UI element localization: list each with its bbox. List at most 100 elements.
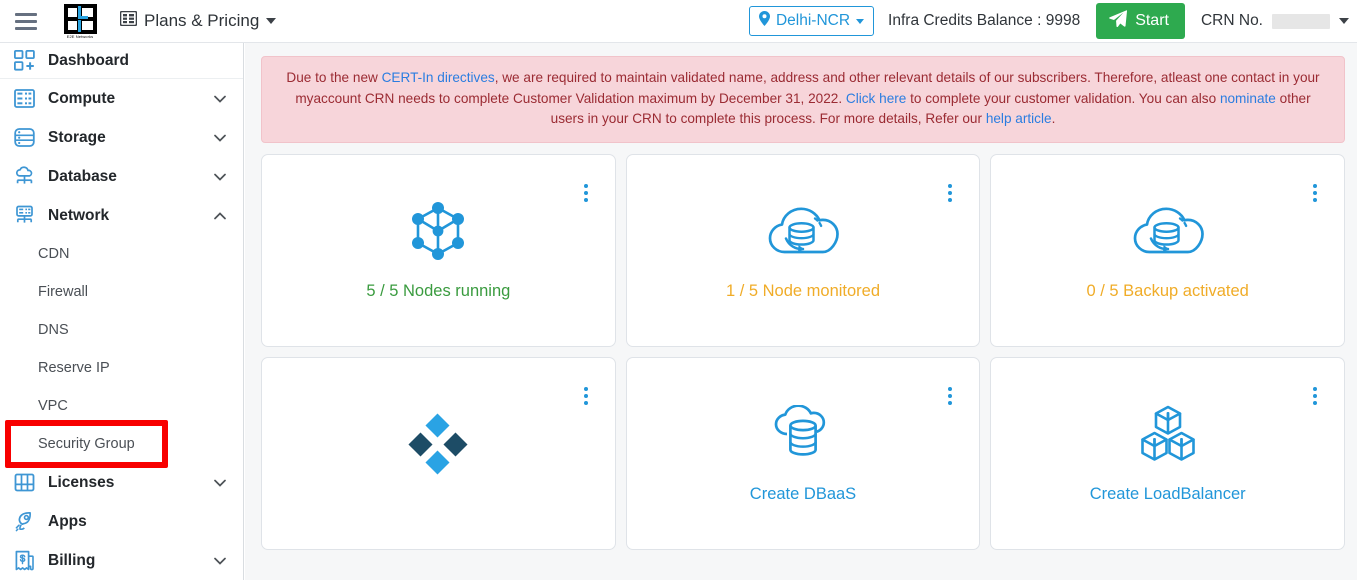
cloud-monitor-db-icon — [767, 200, 839, 262]
sidebar-item-security-group[interactable]: Security Group — [0, 425, 243, 463]
cloud-backup-db-icon — [1132, 200, 1204, 262]
card-label: 1 / 5 Node monitored — [725, 281, 881, 300]
nodes-running-card[interactable]: 5 / 5 Nodes running — [261, 153, 616, 347]
cert-in-validation-banner: Due to the new CERT-In directives, we ar… — [261, 56, 1345, 143]
sidebar-item-compute[interactable]: Compute — [0, 79, 243, 118]
cert-in-directives-link[interactable]: CERT-In directives — [382, 70, 495, 85]
license-window-icon — [12, 471, 36, 495]
sidebar-item-reserve-ip[interactable]: Reserve IP — [0, 349, 243, 387]
banner-text-part5: . — [1051, 111, 1056, 126]
main-content: Due to the new CERT-In directives, we ar… — [245, 43, 1357, 580]
crn-selector[interactable]: CRN No. — [1201, 12, 1349, 30]
network-node-icon — [12, 204, 36, 228]
sidebar-item-cdn[interactable]: CDN — [0, 235, 243, 273]
sidebar-item-network[interactable]: Network — [0, 196, 243, 235]
card-label: 0 / 5 Backup activated — [1086, 281, 1249, 300]
database-disk-icon — [12, 126, 36, 150]
brand-logo[interactable]: E2E Networks — [58, 1, 102, 41]
dashboard-grid-icon — [12, 49, 36, 73]
loading-spinner-icon — [408, 412, 468, 475]
sidebar-nav: Dashboard Compute Storage Database Netwo… — [0, 43, 244, 580]
sidebar-subitem-label: CDN — [38, 246, 70, 262]
region-selector[interactable]: Delhi-NCR — [748, 6, 875, 36]
sidebar-subitem-label: Firewall — [38, 284, 88, 300]
dashboard-card-grid: 5 / 5 Nodes running 1 / 5 Node monitored — [261, 153, 1345, 550]
chevron-down-icon — [1339, 18, 1349, 24]
chevron-down-icon[interactable] — [214, 555, 226, 566]
sidebar-subitem-label: VPC — [38, 398, 68, 414]
sidebar-subitem-label: DNS — [38, 322, 69, 338]
header-right-cluster: Delhi-NCR Infra Credits Balance : 9998 S… — [748, 3, 1357, 39]
nominate-link[interactable]: nominate — [1220, 91, 1276, 106]
card-label: Create DBaaS — [749, 484, 857, 503]
sidebar-item-label: Dashboard — [48, 51, 129, 69]
kebab-menu-icon[interactable] — [582, 182, 590, 204]
sidebar-item-vpc[interactable]: VPC — [0, 387, 243, 425]
app-header: E2E Networks Plans & Pricing Delhi-NCR I… — [0, 0, 1357, 43]
sidebar-item-billing[interactable]: Billing — [0, 541, 243, 580]
banner-text-part1: Due to the new — [286, 70, 382, 85]
sidebar-item-label: Billing — [48, 551, 96, 569]
list-icon — [119, 10, 138, 31]
region-label: Delhi-NCR — [775, 12, 851, 29]
help-article-link[interactable]: help article — [986, 111, 1052, 126]
send-icon — [1109, 10, 1128, 32]
card-label: Create LoadBalancer — [1089, 484, 1246, 503]
sidebar-subitem-label: Reserve IP — [38, 360, 110, 376]
logo-wordmark: E2E Networks — [63, 34, 97, 39]
sidebar-item-label: Network — [48, 206, 110, 224]
hamburger-bar — [15, 19, 37, 23]
stacked-cubes-icon — [1137, 403, 1199, 465]
sidebar-item-storage[interactable]: Storage — [0, 118, 243, 157]
create-loadbalancer-card[interactable]: Create LoadBalancer — [990, 356, 1345, 550]
banner-text-part3: to complete your customer validation. Yo… — [906, 90, 1220, 106]
cloud-database-icon — [12, 165, 36, 189]
sidebar-item-licenses[interactable]: Licenses — [0, 463, 243, 502]
sidebar-item-label: Storage — [48, 128, 106, 146]
chevron-down-icon[interactable] — [214, 477, 226, 488]
cloud-database-icon — [772, 403, 834, 465]
sidebar-item-firewall[interactable]: Firewall — [0, 273, 243, 311]
kebab-menu-icon[interactable] — [1311, 385, 1319, 407]
chevron-down-icon — [856, 18, 865, 24]
loading-card[interactable] — [261, 356, 616, 550]
sidebar-item-dns[interactable]: DNS — [0, 311, 243, 349]
chevron-up-icon[interactable] — [214, 210, 226, 221]
kebab-menu-icon[interactable] — [946, 182, 954, 204]
money-bill-icon — [12, 549, 36, 573]
sidebar-item-dashboard[interactable]: Dashboard — [0, 43, 243, 79]
start-button[interactable]: Start — [1096, 3, 1185, 39]
chevron-down-icon — [266, 18, 277, 24]
chevron-down-icon[interactable] — [214, 171, 226, 182]
e2e-networks-logo-icon: E2E Networks — [63, 4, 97, 39]
crn-value-redacted — [1272, 13, 1330, 29]
card-label: 5 / 5 Nodes running — [366, 281, 511, 300]
start-button-label: Start — [1135, 12, 1169, 29]
node-monitored-card[interactable]: 1 / 5 Node monitored — [625, 153, 981, 347]
node-cube-network-icon — [408, 200, 468, 262]
chevron-down-icon[interactable] — [214, 93, 226, 104]
hamburger-menu-icon[interactable] — [0, 0, 52, 43]
hamburger-bar — [15, 12, 37, 16]
sidebar-item-label: Compute — [48, 89, 116, 107]
chevron-down-icon[interactable] — [214, 132, 226, 143]
hamburger-bar — [15, 26, 37, 30]
plans-and-pricing-label: Plans & Pricing — [144, 11, 260, 30]
click-here-link[interactable]: Click here — [846, 91, 906, 106]
location-pin-icon — [758, 11, 770, 31]
sidebar-item-label: Apps — [48, 512, 87, 530]
kebab-menu-icon[interactable] — [1311, 182, 1319, 204]
sidebar-subitem-label: Security Group — [38, 436, 135, 452]
sidebar-item-label: Licenses — [48, 473, 115, 491]
plans-and-pricing-menu[interactable]: Plans & Pricing — [119, 10, 277, 31]
server-rack-icon — [12, 87, 36, 111]
sidebar-item-database[interactable]: Database — [0, 157, 243, 196]
backup-activated-card[interactable]: 0 / 5 Backup activated — [990, 153, 1345, 347]
sidebar-item-label: Database — [48, 167, 117, 185]
crn-label: CRN No. — [1200, 12, 1263, 29]
sidebar-item-apps[interactable]: Apps — [0, 502, 243, 541]
create-dbaas-card[interactable]: Create DBaaS — [625, 356, 981, 550]
kebab-menu-icon[interactable] — [946, 385, 954, 407]
kebab-menu-icon[interactable] — [582, 385, 590, 407]
infra-credits-balance: Infra Credits Balance : 9998 — [888, 12, 1081, 29]
